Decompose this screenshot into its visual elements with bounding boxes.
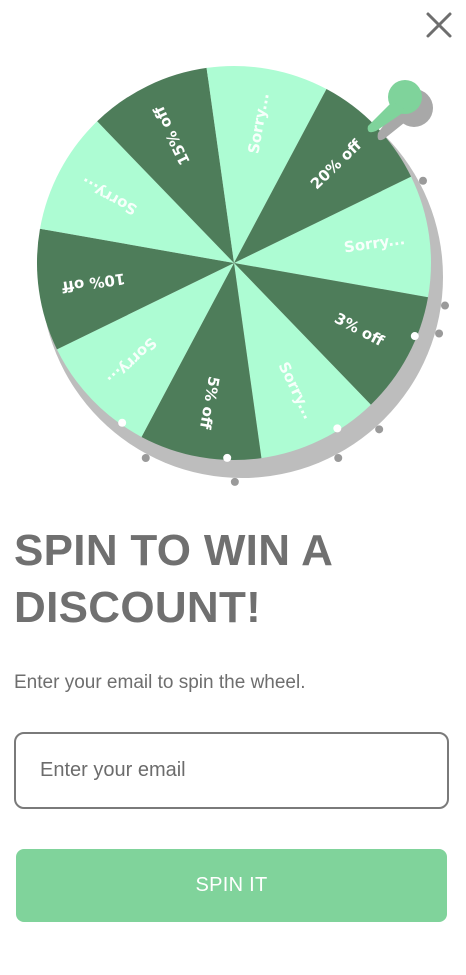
rim-dot	[334, 454, 343, 463]
rim-dot	[410, 332, 419, 341]
rim-dot	[118, 418, 127, 427]
wheel-graphic: Sorry...3% offSorry...5% offSorry...10% …	[36, 66, 450, 486]
rim-dot	[435, 329, 444, 338]
rim-dot	[333, 424, 342, 433]
rim-dot	[441, 301, 450, 310]
rim-dot	[141, 454, 150, 463]
rim-dot	[419, 176, 428, 185]
spin-wheel-popup: Sorry... 3% off Sorry... 5% off Sorry... 10% …	[0, 0, 466, 975]
email-input[interactable]	[14, 732, 449, 809]
rim-dot	[230, 477, 239, 486]
headline: SPIN TO WIN A DISCOUNT!	[14, 526, 332, 632]
close-icon	[426, 12, 452, 38]
rim-dot	[223, 453, 232, 462]
close-button[interactable]	[424, 10, 454, 40]
spin-button[interactable]: SPIN IT	[16, 849, 447, 922]
rim-dot	[375, 425, 384, 434]
prize-wheel[interactable]: Sorry... 3% off Sorry... 5% off Sorry... 10% …	[0, 55, 466, 495]
subtitle: Enter your email to spin the wheel.	[14, 672, 306, 693]
